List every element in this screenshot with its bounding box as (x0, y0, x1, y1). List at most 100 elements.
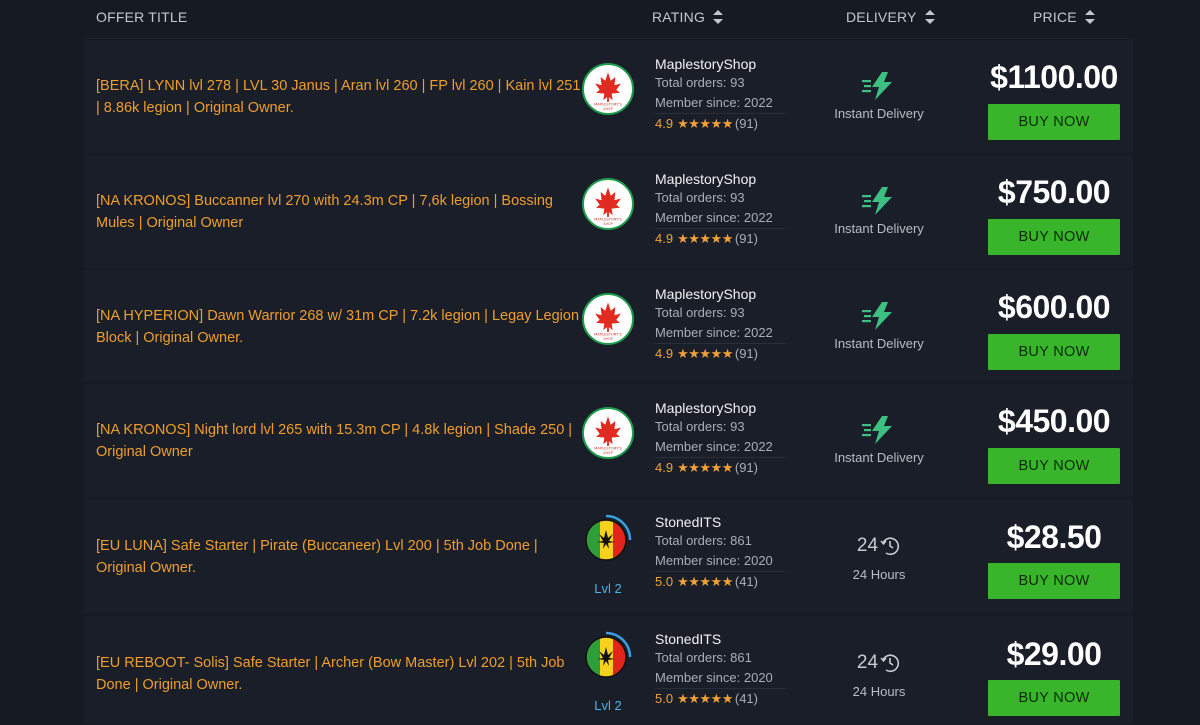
delivery-text: Instant Delivery (834, 221, 924, 236)
sort-rating-button[interactable]: RATING (652, 9, 724, 25)
seller-info: StonedITS Total orders: 861 Member since: … (655, 513, 785, 591)
member-since-text: Member since: 2022 (655, 438, 773, 454)
rasta-flag-logo[interactable] (582, 513, 634, 565)
offer-title-link[interactable]: [EU LUNA] Safe Starter | Pirate (Buccane… (96, 536, 581, 579)
total-orders-text: Total orders: 93 (655, 190, 745, 205)
member-since-text: Member since: 2020 (655, 669, 773, 685)
buy-now-button[interactable]: BUY NOW (988, 334, 1120, 370)
sort-icon (713, 10, 724, 24)
offer-title-link[interactable]: [NA HYPERION] Dawn Warrior 268 w/ 31m CP… (96, 306, 581, 349)
review-count: (91) (734, 231, 758, 246)
seller-level-label: Lvl 2 (594, 698, 622, 713)
svg-text:SHOP: SHOP (603, 451, 612, 455)
total-orders-text: Total orders: 93 (655, 305, 745, 320)
total-orders-text: Total orders: 861 (655, 650, 752, 665)
member-since-text: Member since: 2022 (655, 324, 773, 340)
header-rating-label: RATING (652, 9, 706, 25)
seller-name-link[interactable]: StonedITS (655, 630, 785, 648)
seller-name-link[interactable]: MaplestoryShop (655, 55, 785, 73)
star-rating-icon: ★★★★★ (677, 574, 733, 589)
price-value: $28.50 (1006, 519, 1102, 555)
rating-score: 4.9 (655, 116, 674, 131)
total-orders-text: Total orders: 93 (655, 75, 745, 90)
review-count: (41) (734, 574, 758, 589)
offer-row[interactable]: [NA HYPERION] Dawn Warrior 268 w/ 31m CP… (84, 270, 1133, 383)
member-since-text: Member since: 2020 (655, 552, 773, 568)
rating-score: 4.9 (655, 346, 674, 361)
delivery-text: 24 Hours (852, 684, 906, 699)
total-orders-text: Total orders: 93 (655, 419, 745, 434)
svg-text:SHOP: SHOP (603, 107, 612, 111)
offer-row[interactable]: [EU REBOOT- Solis] Safe Starter | Archer… (84, 616, 1133, 725)
buy-now-button[interactable]: BUY NOW (988, 563, 1120, 599)
seller-rating: 4.9 ★★★★★ (91) (655, 457, 785, 477)
price-value: $1100.00 (990, 59, 1118, 95)
offer-row[interactable]: [NA KRONOS] Night lord lvl 265 with 15.3… (84, 384, 1133, 498)
delivery-hours-value: 24 (856, 535, 879, 556)
rating-score: 4.9 (655, 231, 674, 246)
delivery-info: 24 24 Hours (819, 532, 939, 582)
maple-leaf-logo[interactable]: MAPLESTORY'S SHOP (582, 407, 634, 459)
rasta-flag-logo[interactable] (582, 630, 634, 682)
delivery-info: Instant Delivery (819, 415, 939, 465)
offer-title-link[interactable]: [NA KRONOS] Night lord lvl 265 with 15.3… (96, 420, 581, 463)
star-rating-icon: ★★★★★ (677, 346, 733, 361)
delivery-info: Instant Delivery (819, 71, 939, 121)
seller-name-link[interactable]: MaplestoryShop (655, 285, 785, 303)
clock-24-icon: 24 (819, 532, 939, 560)
offer-title-link[interactable]: [NA KRONOS] Buccanner lvl 270 with 24.3m… (96, 191, 581, 234)
maple-leaf-logo[interactable]: MAPLESTORY'S SHOP (582, 63, 634, 115)
sort-price-button[interactable]: PRICE (1033, 9, 1095, 25)
seller-name-link[interactable]: MaplestoryShop (655, 170, 785, 188)
header-offer-title-label: OFFER TITLE (96, 9, 188, 25)
lightning-icon (862, 187, 892, 215)
delivery-info: Instant Delivery (819, 301, 939, 351)
seller-rating: 4.9 ★★★★★ (91) (655, 343, 785, 363)
seller-name-link[interactable]: StonedITS (655, 513, 785, 531)
offer-row[interactable]: [EU LUNA] Safe Starter | Pirate (Buccane… (84, 499, 1133, 615)
seller-info: MaplestoryShop Total orders: 93 Member sin… (655, 55, 785, 133)
rating-score: 4.9 (655, 460, 674, 475)
offer-row[interactable]: [NA KRONOS] Buccanner lvl 270 with 24.3m… (84, 155, 1133, 269)
header-offer-title: OFFER TITLE (96, 9, 187, 25)
seller-rating: 5.0 ★★★★★ (41) (655, 571, 785, 591)
maple-leaf-logo[interactable]: MAPLESTORY'S SHOP (582, 293, 634, 345)
delivery-info: Instant Delivery (819, 186, 939, 236)
sort-delivery-button[interactable]: DELIVERY (846, 9, 935, 25)
review-count: (91) (734, 116, 758, 131)
price-value: $450.00 (997, 403, 1111, 439)
rating-score: 5.0 (655, 691, 674, 706)
offer-row[interactable]: [BERA] LYNN lvl 278 | LVL 30 Janus | Ara… (84, 40, 1133, 154)
svg-text:SHOP: SHOP (603, 337, 612, 341)
delivery-text: Instant Delivery (834, 336, 924, 351)
header-price-label: PRICE (1033, 9, 1077, 25)
buy-now-button[interactable]: BUY NOW (988, 680, 1120, 716)
buy-now-button[interactable]: BUY NOW (988, 104, 1120, 140)
lightning-icon (862, 72, 892, 100)
offer-title-link[interactable]: [EU REBOOT- Solis] Safe Starter | Archer… (96, 653, 581, 696)
star-rating-icon: ★★★★★ (677, 691, 733, 706)
seller-info: StonedITS Total orders: 861 Member since: … (655, 630, 785, 708)
offer-title-link[interactable]: [BERA] LYNN lvl 278 | LVL 30 Janus | Ara… (96, 76, 581, 119)
star-rating-icon: ★★★★★ (677, 231, 733, 246)
buy-now-button[interactable]: BUY NOW (988, 219, 1120, 255)
seller-info: MaplestoryShop Total orders: 93 Member sin… (655, 285, 785, 363)
maple-leaf-logo[interactable]: MAPLESTORY'S SHOP (582, 178, 634, 230)
total-orders-text: Total orders: 861 (655, 533, 752, 548)
review-count: (91) (734, 346, 758, 361)
price-value: $600.00 (997, 289, 1111, 325)
delivery-info: 24 24 Hours (819, 649, 939, 699)
clock-24-icon: 24 (819, 649, 939, 677)
delivery-text: Instant Delivery (834, 106, 924, 121)
price-value: $750.00 (997, 174, 1111, 210)
member-since-text: Member since: 2022 (655, 209, 773, 225)
lightning-icon (862, 302, 892, 330)
offers-table: OFFER TITLE RATING DELIVERY PRICE [BERA]… (84, 0, 1133, 725)
table-header: OFFER TITLE RATING DELIVERY PRICE (84, 0, 1133, 39)
rating-score: 5.0 (655, 574, 674, 589)
buy-now-button[interactable]: BUY NOW (988, 448, 1120, 484)
seller-name-link[interactable]: MaplestoryShop (655, 399, 785, 417)
svg-text:SHOP: SHOP (603, 222, 612, 226)
seller-info: MaplestoryShop Total orders: 93 Member sin… (655, 399, 785, 477)
seller-info: MaplestoryShop Total orders: 93 Member sin… (655, 170, 785, 248)
